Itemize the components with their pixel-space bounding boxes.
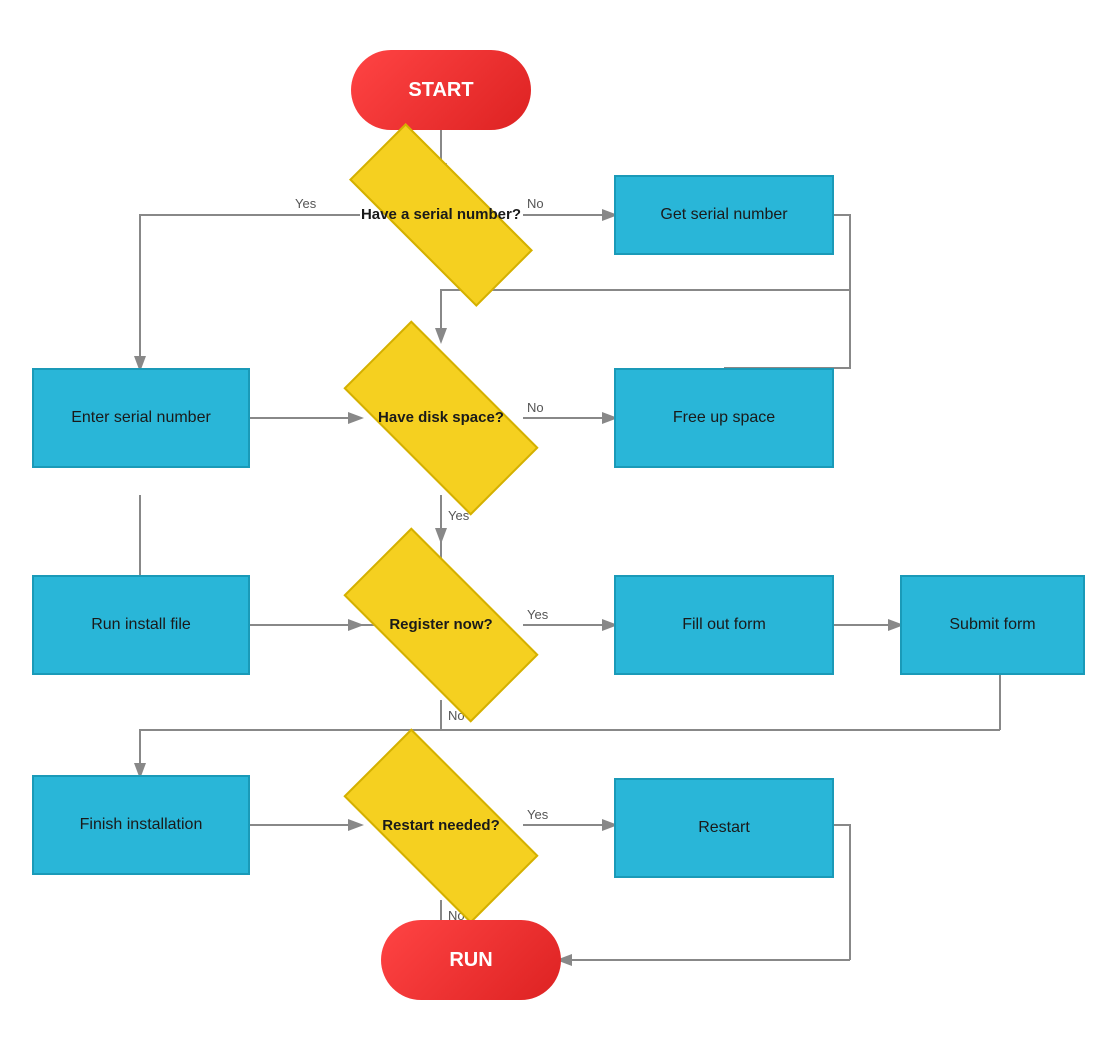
flowchart: Yes No No Yes Yes No (0, 0, 1120, 1052)
finish-install-node: Finish installation (32, 775, 250, 875)
free-space-node: Free up space (614, 368, 834, 468)
start-node: START (351, 50, 531, 130)
enter-serial-node: Enter serial number (32, 368, 250, 468)
have-disk-node: Have disk space? (351, 370, 531, 466)
submit-form-node: Submit form (900, 575, 1085, 675)
yes-label-serial: Yes (295, 196, 317, 211)
get-serial-node: Get serial number (614, 175, 834, 255)
run-install-node: Run install file (32, 575, 250, 675)
restart-node: Restart (614, 778, 834, 878)
restart-needed-node: Restart needed? (351, 778, 531, 874)
flowchart-lines: Yes No No Yes Yes No (0, 0, 1120, 1052)
register-now-node: Register now? (351, 577, 531, 673)
fill-form-node: Fill out form (614, 575, 834, 675)
have-serial-node: Have a serial number? (351, 175, 531, 255)
run-node: RUN (381, 920, 561, 1000)
